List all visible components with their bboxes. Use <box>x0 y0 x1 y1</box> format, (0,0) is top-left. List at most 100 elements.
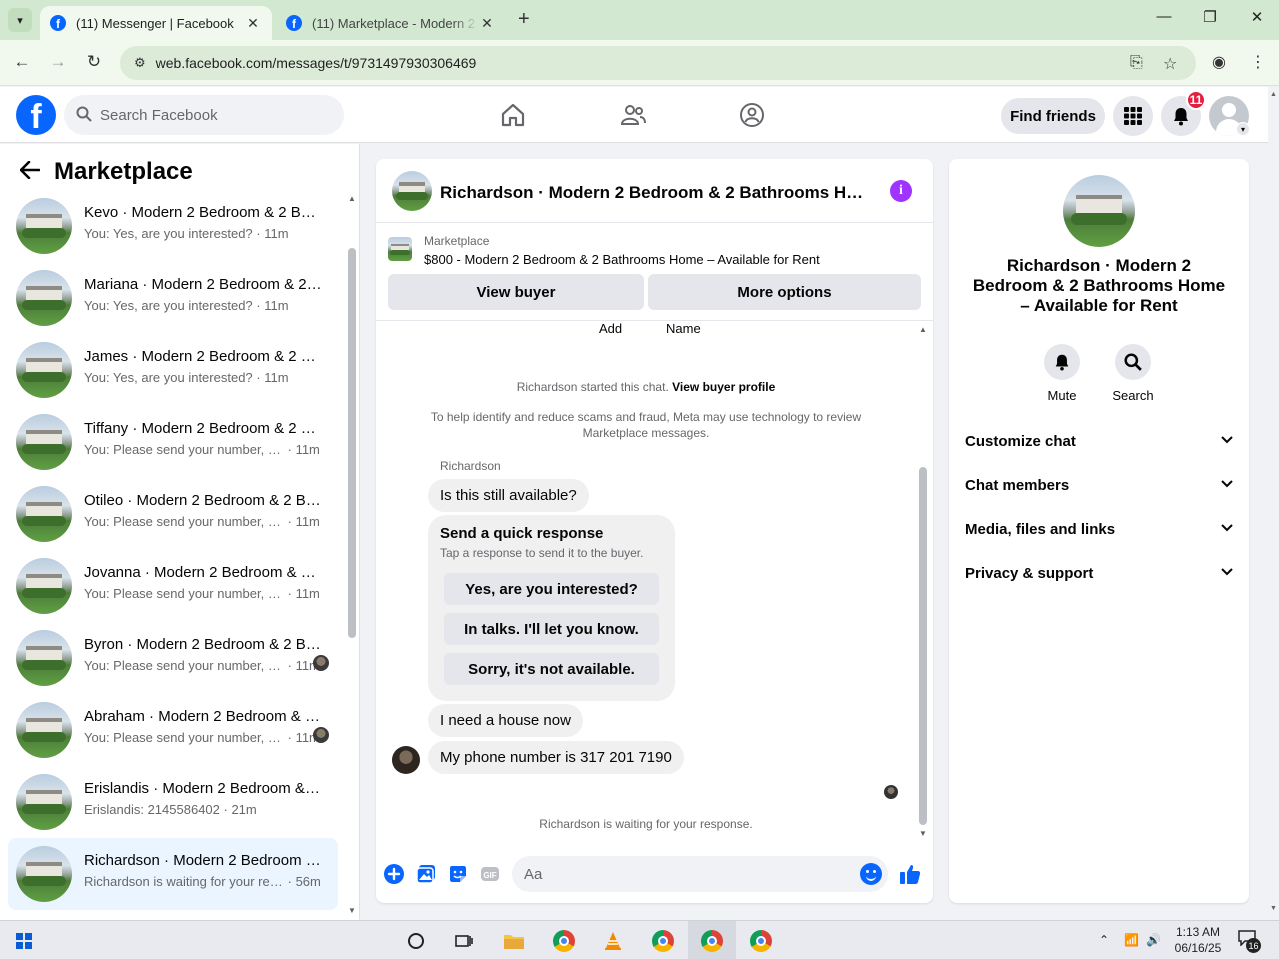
site-info-icon[interactable]: ⚙ <box>134 55 146 71</box>
reload-button[interactable]: ↻ <box>82 52 106 72</box>
cortana-search-icon[interactable] <box>404 929 428 953</box>
groups-icon[interactable] <box>738 101 766 129</box>
conversation-time: 11m <box>295 514 320 529</box>
quick-response-not-available-button[interactable]: Sorry, it's not available. <box>444 653 659 685</box>
home-icon[interactable] <box>499 101 527 129</box>
quick-response-in-talks-button[interactable]: In talks. I'll let you know. <box>444 613 659 645</box>
back-arrow-icon[interactable] <box>19 159 41 185</box>
conversation-item[interactable]: Mariana · Modern 2 Bedroom & 2 Bathrooms… <box>8 262 338 334</box>
chrome-profile-icon[interactable] <box>651 929 675 953</box>
scroll-down-icon[interactable]: ▼ <box>919 829 927 838</box>
conversation-preview: You: Yes, are you interested? · 11m <box>84 298 289 313</box>
quick-response-subtitle: Tap a response to send it to the buyer. <box>440 546 644 560</box>
search-label: Search <box>1112 388 1154 403</box>
separator: · <box>284 874 296 889</box>
customize-chat-section[interactable]: Customize chat <box>957 419 1241 463</box>
conversation-scrollbar[interactable]: ▲ ▼ <box>345 190 359 918</box>
address-bar[interactable]: ⚙ web.facebook.com/messages/t/9731497930… <box>120 46 1196 80</box>
privacy-support-section[interactable]: Privacy & support <box>957 551 1241 595</box>
back-button[interactable]: ← <box>10 52 34 72</box>
conversation-item[interactable]: Tiffany · Modern 2 Bedroom & 2 Bathrooms… <box>8 406 338 478</box>
conversation-preview: You: Please send your number, and I'll g… <box>84 586 320 601</box>
listing-thumbnail[interactable] <box>388 237 412 261</box>
scroll-down-icon[interactable]: ▼ <box>1270 905 1277 912</box>
scroll-down-icon[interactable]: ▼ <box>348 906 356 915</box>
message-bubble[interactable]: I need a house now <box>428 704 583 737</box>
emoji-icon[interactable] <box>860 863 882 885</box>
conversation-item[interactable]: Otileo · Modern 2 Bedroom & 2 Bathrooms … <box>8 478 338 550</box>
chrome-profile-alt-icon[interactable] <box>749 929 773 953</box>
plus-icon[interactable] <box>383 863 405 885</box>
chevron-down-icon[interactable]: ▾ <box>1236 122 1250 136</box>
action-center-icon[interactable]: 16 <box>1238 930 1261 953</box>
menu-grid-button[interactable] <box>1113 96 1153 136</box>
chevron-down-icon <box>1221 479 1233 491</box>
minimize-button[interactable]: — <box>1144 8 1184 25</box>
bookmark-star-icon[interactable]: ☆ <box>1163 54 1177 74</box>
conversation-item[interactable]: Jovanna · Modern 2 Bedroom & 2 Bathrooms… <box>8 550 338 622</box>
new-tab-button[interactable]: + <box>518 8 530 31</box>
browser-tab-marketplace[interactable]: f (11) Marketplace - Modern 2 Bedroom ✕ <box>276 6 506 40</box>
scrollbar-thumb[interactable] <box>919 467 927 825</box>
listing-thumbnail[interactable] <box>392 171 432 211</box>
more-options-button[interactable]: More options <box>648 274 921 310</box>
listing-description[interactable]: $800 - Modern 2 Bedroom & 2 Bathrooms Ho… <box>424 252 820 267</box>
chrome-profile-n-icon[interactable] <box>552 929 576 953</box>
taskbar-clock[interactable]: 1:13 AM 06/16/25 <box>1170 924 1226 956</box>
message-input[interactable] <box>512 856 888 892</box>
info-icon[interactable]: i <box>890 180 912 202</box>
gif-icon[interactable]: GIF <box>479 863 501 885</box>
tab-search-button[interactable]: ▾ <box>8 8 32 32</box>
page-scrollbar[interactable]: ▲ ▼ <box>1268 87 1279 920</box>
thumbs-up-icon[interactable] <box>899 863 921 885</box>
windows-start-icon[interactable] <box>16 933 32 949</box>
chat-title[interactable]: Richardson · Modern 2 Bedroom & 2 Bathro… <box>440 183 870 203</box>
scroll-up-icon[interactable]: ▲ <box>348 194 356 203</box>
message-bubble[interactable]: My phone number is 317 201 7190 <box>428 741 684 774</box>
quick-response-yes-button[interactable]: Yes, are you interested? <box>444 573 659 605</box>
browser-toolbar: ← → ↻ ⚙ web.facebook.com/messages/t/9731… <box>0 40 1279 86</box>
conversation-item[interactable]: Kevo · Modern 2 Bedroom & 2 Bathrooms Ho… <box>8 190 338 262</box>
facebook-logo-icon[interactable]: f <box>16 95 56 135</box>
search-facebook-input[interactable]: Search Facebook <box>64 95 344 135</box>
chat-scrollbar[interactable]: ▲ ▼ <box>916 321 930 841</box>
restore-button[interactable]: ❐ <box>1190 8 1230 26</box>
conversation-item[interactable]: Erislandis · Modern 2 Bedroom & 2 Bathro… <box>8 766 338 838</box>
avatar[interactable] <box>392 746 420 774</box>
friends-icon[interactable] <box>619 101 647 129</box>
sticker-icon[interactable] <box>447 863 469 885</box>
show-hidden-icons-icon[interactable]: ⌃ <box>1099 933 1109 947</box>
mute-button[interactable]: Mute <box>1032 344 1092 403</box>
close-tab-icon[interactable]: ✕ <box>244 15 262 32</box>
file-explorer-icon[interactable] <box>502 929 526 953</box>
forward-button[interactable]: → <box>46 52 70 72</box>
scroll-up-icon[interactable]: ▲ <box>919 325 927 334</box>
chrome-active-icon[interactable] <box>700 929 724 953</box>
scrollbar-thumb[interactable] <box>348 248 356 638</box>
conversation-item[interactable]: James · Modern 2 Bedroom & 2 Bathrooms H… <box>8 334 338 406</box>
conversation-name: Richardson · Modern 2 Bedroom & 2 Bathro… <box>84 852 322 869</box>
scroll-up-icon[interactable]: ▲ <box>1270 91 1277 98</box>
wifi-icon[interactable]: 📶 <box>1124 933 1139 947</box>
find-friends-button[interactable]: Find friends <box>1001 98 1105 134</box>
conversation-item[interactable]: Richardson · Modern 2 Bedroom & 2 Bathro… <box>8 838 338 910</box>
task-view-icon[interactable] <box>452 929 476 953</box>
media-files-links-section[interactable]: Media, files and links <box>957 507 1241 551</box>
chat-members-section[interactable]: Chat members <box>957 463 1241 507</box>
install-app-icon[interactable]: ⎘ <box>1130 54 1143 72</box>
message-bubble[interactable]: Is this still available? <box>428 479 589 512</box>
browser-menu-icon[interactable]: ⋮ <box>1250 52 1266 72</box>
close-window-button[interactable]: ✕ <box>1237 8 1277 26</box>
profile-icon[interactable]: ◉ <box>1212 52 1226 72</box>
browser-tab-messenger[interactable]: f (11) Messenger | Facebook ✕ <box>40 6 272 40</box>
conversation-item[interactable]: Byron · Modern 2 Bedroom & 2 Bathrooms H… <box>8 622 338 694</box>
volume-icon[interactable]: 🔊 <box>1146 933 1161 947</box>
view-buyer-profile-link[interactable]: View buyer profile <box>672 380 775 394</box>
close-tab-icon[interactable]: ✕ <box>478 15 496 32</box>
view-buyer-button[interactable]: View buyer <box>388 274 644 310</box>
photo-icon[interactable] <box>415 863 437 885</box>
listing-thumbnail[interactable] <box>1063 175 1135 247</box>
conversation-item[interactable]: Abraham · Modern 2 Bedroom & 2 Bathrooms… <box>8 694 338 766</box>
search-conversation-button[interactable]: Search <box>1103 344 1163 403</box>
vlc-icon[interactable] <box>601 929 625 953</box>
